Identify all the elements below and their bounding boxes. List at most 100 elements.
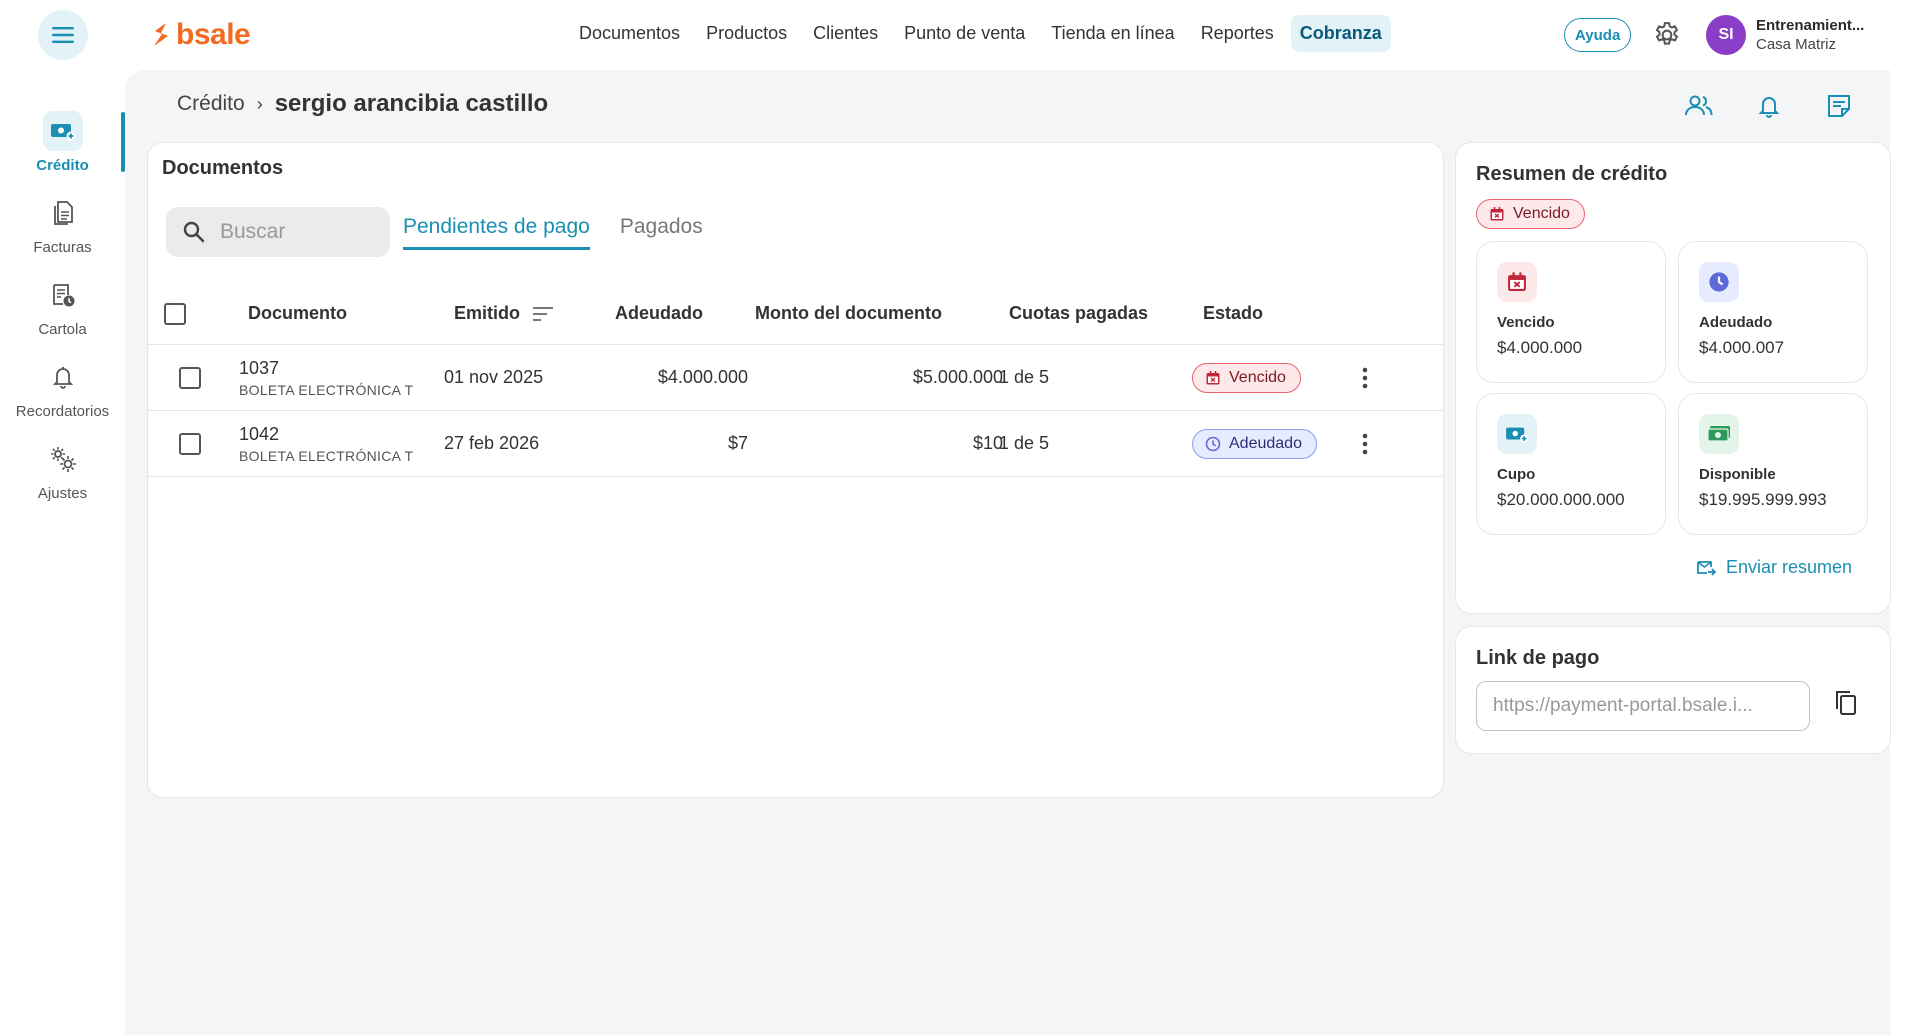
search-input[interactable]: [220, 220, 370, 244]
col-documento[interactable]: Documento: [248, 283, 347, 344]
nav-reportes[interactable]: Reportes: [1192, 15, 1283, 52]
page-title: sergio arancibia castillo: [274, 90, 549, 117]
statement-clock-icon: [52, 283, 74, 306]
account-branch: Casa Matriz: [1756, 36, 1837, 53]
table-row[interactable]: 1042 BOLETA ELECTRÓNICA T 27 feb 2026 $7…: [148, 411, 1445, 477]
user-avatar[interactable]: SI: [1706, 15, 1746, 55]
installments: 1 de 5: [999, 433, 1050, 453]
hamburger-icon: [52, 27, 74, 43]
search-box[interactable]: [166, 207, 390, 257]
sidebar-item-label: Facturas: [33, 238, 92, 256]
copy-link-button[interactable]: [1828, 685, 1864, 721]
document-type: BOLETA ELECTRÓNICA T: [239, 447, 414, 464]
bell-icon: [52, 366, 73, 389]
payment-link-card: Link de pago https://payment-portal.bsal…: [1455, 626, 1891, 754]
nav-cobranza[interactable]: Cobranza: [1290, 15, 1391, 52]
top-bar: bsale Documentos Productos Clientes Punt…: [0, 0, 1910, 70]
users-icon: [1685, 95, 1713, 116]
payment-link-field[interactable]: https://payment-portal.bsale.i...: [1476, 681, 1810, 731]
calendar-x-icon: [1490, 207, 1504, 221]
sidebar-item-label: Crédito: [36, 156, 89, 174]
page-actions: [1683, 90, 1855, 122]
row-menu-button[interactable]: [1353, 363, 1377, 393]
cash-icon: [1707, 426, 1730, 442]
bsale-logo[interactable]: bsale: [152, 18, 251, 52]
gears-icon: [50, 446, 76, 472]
col-adeudado[interactable]: Adeudado: [615, 283, 703, 344]
sort-icon: [533, 306, 553, 321]
row-checkbox[interactable]: [179, 432, 201, 455]
documents-card: Documentos Pendientes de pago Pagados Do…: [147, 142, 1445, 798]
sidebar-item-recordatorios[interactable]: Recordatorios: [0, 348, 125, 428]
main-content: Crédito › sergio arancibia castillo Docu…: [125, 70, 1891, 1035]
status-label: Adeudado: [1229, 434, 1302, 452]
nav-productos[interactable]: Productos: [697, 15, 796, 52]
gear-icon: [1655, 22, 1679, 45]
clock-icon: [1709, 272, 1729, 292]
settings-button[interactable]: [1652, 20, 1682, 50]
hamburger-menu-button[interactable]: [38, 10, 88, 60]
bell-icon: [1758, 97, 1780, 118]
tab-pagados[interactable]: Pagados: [620, 205, 703, 250]
breadcrumb-parent[interactable]: Crédito: [177, 92, 245, 116]
document-number: 1037: [239, 357, 280, 378]
stat-label: Adeudado: [1699, 314, 1773, 331]
logo-text: bsale: [176, 18, 251, 51]
sidebar-item-cartola[interactable]: Cartola: [0, 266, 125, 346]
main-nav: Documentos Productos Clientes Punto de v…: [570, 15, 1391, 52]
col-monto[interactable]: Monto del documento: [755, 283, 942, 344]
row-checkbox-cell: [179, 345, 201, 410]
summary-status: Vencido: [1476, 199, 1585, 229]
kebab-menu-icon: [1362, 367, 1368, 388]
row-menu-button[interactable]: [1353, 429, 1377, 459]
help-button[interactable]: Ayuda: [1564, 18, 1632, 52]
nav-documentos[interactable]: Documentos: [570, 15, 689, 52]
col-emitido[interactable]: Emitido: [454, 283, 554, 344]
sidebar-item-ajustes[interactable]: Ajustes: [0, 430, 125, 510]
stat-label: Cupo: [1497, 466, 1536, 483]
sidebar-icon-wrap: [43, 275, 83, 315]
issued-date: 27 feb 2026: [444, 433, 540, 453]
sidebar-icon-wrap: [42, 110, 83, 151]
owed-amount: $4.000.000: [657, 367, 748, 387]
tab-pendientes[interactable]: Pendientes de pago: [403, 205, 590, 250]
row-checkbox[interactable]: [179, 366, 201, 389]
nav-clientes[interactable]: Clientes: [804, 15, 887, 52]
document-amount: $10: [972, 433, 1003, 453]
document-cell: 1037 BOLETA ELECTRÓNICA T: [239, 345, 413, 410]
stat-icon-wrap: [1699, 262, 1739, 302]
owed-amount: $7: [727, 433, 748, 453]
sidebar-icon-wrap: [43, 357, 83, 397]
stat-icon-wrap: [1497, 414, 1537, 454]
col-cuotas[interactable]: Cuotas pagadas: [1009, 283, 1148, 344]
account-info[interactable]: Entrenamient... Casa Matriz: [1756, 16, 1864, 54]
table-row[interactable]: 1037 BOLETA ELECTRÓNICA T 01 nov 2025 $4…: [148, 345, 1445, 411]
stat-cupo: Cupo $20.000.000.000: [1476, 393, 1666, 535]
stat-value: $4.000.000: [1497, 338, 1583, 357]
status-label: Vencido: [1229, 368, 1286, 386]
select-all-cell: [164, 283, 186, 344]
stat-value: $19.995.999.993: [1699, 490, 1827, 509]
bsale-logo-icon: [154, 23, 168, 46]
notes-button[interactable]: [1823, 90, 1855, 122]
nav-tienda-en-linea[interactable]: Tienda en línea: [1042, 15, 1183, 52]
reminders-button[interactable]: [1753, 90, 1785, 122]
send-summary-label: Enviar resumen: [1725, 557, 1852, 577]
send-summary-button[interactable]: Enviar resumen: [1696, 557, 1852, 578]
stat-label: Vencido: [1497, 314, 1555, 331]
contacts-button[interactable]: [1683, 90, 1715, 122]
documents-table: Documento Emitido Adeudado Monto del doc…: [148, 283, 1445, 477]
stat-icon-wrap: [1699, 414, 1739, 454]
col-emitido-label: Emitido: [454, 303, 520, 323]
stat-value: $4.000.007: [1699, 338, 1785, 357]
calendar-x-icon: [1206, 370, 1220, 384]
table-header: Documento Emitido Adeudado Monto del doc…: [148, 283, 1445, 345]
sidebar-item-credito[interactable]: Crédito: [0, 102, 125, 182]
col-estado[interactable]: Estado: [1203, 283, 1263, 344]
copy-icon: [1836, 691, 1856, 715]
status-badge: Adeudado: [1192, 428, 1317, 459]
nav-punto-de-venta[interactable]: Punto de venta: [895, 15, 1034, 52]
select-all-checkbox[interactable]: [164, 302, 186, 325]
breadcrumb: Crédito › sergio arancibia castillo: [177, 90, 548, 118]
sidebar-item-facturas[interactable]: Facturas: [0, 184, 125, 264]
